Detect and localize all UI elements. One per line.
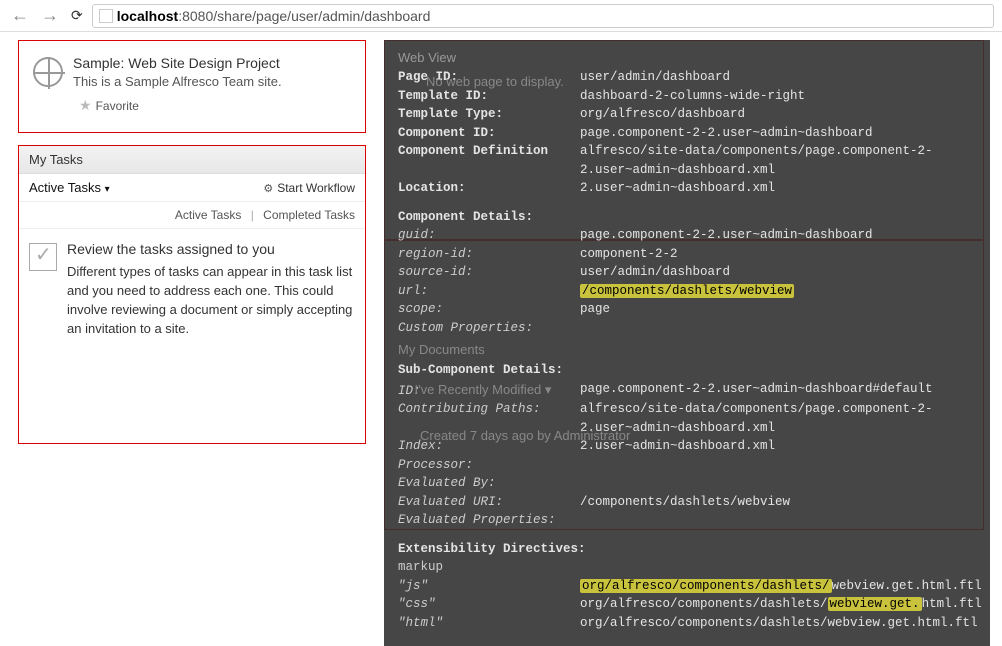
k-component-id: Component ID: bbox=[398, 124, 580, 143]
surf-debug-overlay: Web View Page ID:user/admin/dashboard No… bbox=[384, 40, 990, 646]
ext-directives-header: Extensibility Directives: bbox=[398, 540, 976, 559]
v-contrib: alfresco/site-data/components/page.compo… bbox=[580, 400, 976, 437]
k-location: Location: bbox=[398, 179, 580, 198]
k-processor: Processor: bbox=[398, 456, 580, 475]
k-custom-props: Custom Properties: bbox=[398, 319, 580, 338]
v-source-id: user/admin/dashboard bbox=[580, 263, 730, 282]
no-page-text: No web page to display. bbox=[426, 72, 564, 91]
v-template-id: dashboard-2-columns-wide-right bbox=[580, 87, 805, 106]
forward-button[interactable]: → bbox=[38, 5, 62, 26]
my-tasks-header: My Tasks bbox=[19, 146, 365, 174]
subcomponent-header: Sub-Component Details: bbox=[398, 361, 580, 380]
task-tabs: Active Tasks | Completed Tasks bbox=[19, 202, 365, 229]
webview-header: Web View bbox=[398, 48, 976, 67]
site-description: This is a Sample Alfresco Team site. bbox=[73, 74, 282, 89]
k-component-def: Component Definition bbox=[398, 142, 580, 179]
tab-completed-tasks[interactable]: Completed Tasks bbox=[263, 208, 355, 222]
browser-toolbar: ← → ⟳ localhost:8080/share/page/user/adm… bbox=[0, 0, 1002, 32]
v-id: page.component-2-2.user~admin~dashboard#… bbox=[580, 380, 933, 401]
v-page-id: user/admin/dashboard bbox=[580, 68, 730, 87]
task-empty-desc: Different types of tasks can appear in t… bbox=[67, 263, 355, 338]
v-location: 2.user~admin~dashboard.xml bbox=[580, 179, 775, 198]
globe-icon bbox=[33, 57, 63, 87]
back-button[interactable]: ← bbox=[8, 5, 32, 26]
favorite-toggle[interactable]: ★ Favorite bbox=[79, 97, 282, 114]
v-js: org/alfresco/components/dashlets/webview… bbox=[580, 577, 982, 596]
page-body: Sample: Web Site Design Project This is … bbox=[0, 32, 1002, 538]
k-guid: guid: bbox=[398, 226, 580, 245]
recently-modified-text: I've Recently Modified ▾ bbox=[415, 382, 552, 397]
k-html: "html" bbox=[398, 614, 580, 633]
v-eval-uri: /components/dashlets/webview bbox=[580, 493, 790, 512]
v-template-type: org/alfresco/dashboard bbox=[580, 105, 745, 124]
k-eval-by: Evaluated By: bbox=[398, 474, 580, 493]
v-component-def: alfresco/site-data/components/page.compo… bbox=[580, 142, 976, 179]
k-css: "css" bbox=[398, 595, 580, 614]
tab-active-tasks[interactable]: Active Tasks bbox=[175, 208, 241, 222]
url-bar[interactable]: localhost:8080/share/page/user/admin/das… bbox=[92, 4, 994, 28]
site-dashlet: Sample: Web Site Design Project This is … bbox=[18, 40, 366, 133]
v-guid: page.component-2-2.user~admin~dashboard bbox=[580, 226, 873, 245]
my-documents-label: My Documents bbox=[398, 340, 976, 359]
url-text: localhost:8080/share/page/user/admin/das… bbox=[117, 8, 431, 24]
task-empty-body: Review the tasks assigned to you Differe… bbox=[19, 229, 365, 358]
start-workflow-button[interactable]: Start Workflow bbox=[263, 181, 355, 195]
star-icon: ★ bbox=[79, 97, 92, 114]
right-column: Web View Page ID:user/admin/dashboard No… bbox=[384, 40, 984, 530]
active-tasks-dropdown[interactable]: Active Tasks ▾ bbox=[29, 180, 110, 195]
active-tasks-label: Active Tasks bbox=[29, 180, 101, 195]
component-details-header: Component Details: bbox=[398, 208, 976, 227]
page-icon bbox=[99, 9, 113, 23]
k-js: "js" bbox=[398, 577, 580, 596]
my-tasks-dashlet: My Tasks Active Tasks ▾ Start Workflow A… bbox=[18, 145, 366, 444]
k-eval-uri: Evaluated URI: bbox=[398, 493, 580, 512]
k-id: ID:I've Recently Modified ▾ bbox=[398, 380, 580, 401]
v-region-id: component-2-2 bbox=[580, 245, 678, 264]
k-region-id: region-id: bbox=[398, 245, 580, 264]
site-info: Sample: Web Site Design Project This is … bbox=[73, 55, 282, 114]
k-source-id: source-id: bbox=[398, 263, 580, 282]
task-empty-title: Review the tasks assigned to you bbox=[67, 241, 355, 257]
favorite-label: Favorite bbox=[96, 99, 139, 113]
v-url: /components/dashlets/webview bbox=[580, 284, 794, 298]
checklist-icon bbox=[29, 243, 57, 271]
markup-label: markup bbox=[398, 558, 580, 577]
v-html: org/alfresco/components/dashlets/webview… bbox=[580, 614, 978, 633]
k-scope: scope: bbox=[398, 300, 580, 319]
my-tasks-subbar: Active Tasks ▾ Start Workflow bbox=[19, 174, 365, 202]
site-title[interactable]: Sample: Web Site Design Project bbox=[73, 55, 282, 71]
k-url: url: bbox=[398, 282, 580, 301]
url-host: localhost bbox=[117, 8, 178, 24]
v-scope: page bbox=[580, 300, 610, 319]
k-template-type: Template Type: bbox=[398, 105, 580, 124]
v-css: org/alfresco/components/dashlets/webview… bbox=[580, 595, 982, 614]
k-eval-props: Evaluated Properties: bbox=[398, 511, 580, 530]
start-workflow-label: Start Workflow bbox=[277, 181, 355, 195]
reload-button[interactable]: ⟳ bbox=[68, 7, 86, 24]
workflow-icon bbox=[263, 181, 273, 195]
created-ago-text: Created 7 days ago by Administrator bbox=[420, 426, 630, 445]
url-path: :8080/share/page/user/admin/dashboard bbox=[178, 8, 430, 24]
v-component-id: page.component-2-2.user~admin~dashboard bbox=[580, 124, 873, 143]
left-column: Sample: Web Site Design Project This is … bbox=[18, 40, 366, 444]
